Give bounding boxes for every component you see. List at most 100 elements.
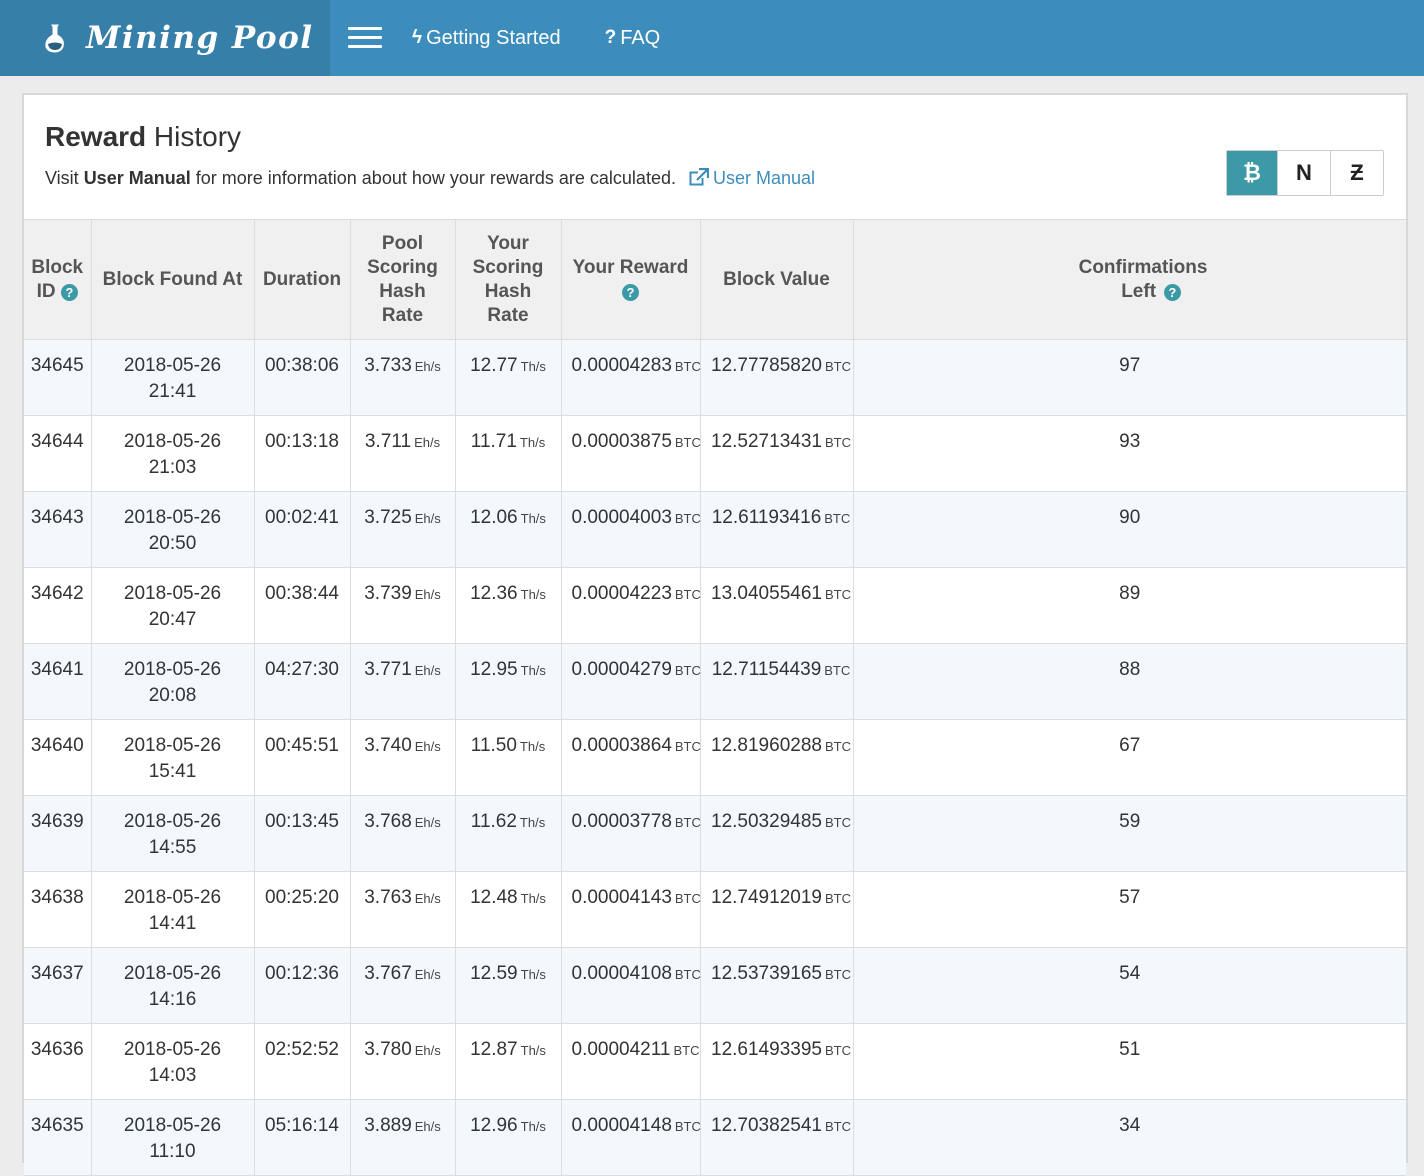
reward-unit: BTC [674, 359, 701, 374]
cell-your-reward: 0.00004279 BTC [561, 643, 701, 720]
col-block-value[interactable]: Block Value [700, 219, 854, 340]
col-pool-hash-rate[interactable]: Pool Scoring Hash Rate [350, 219, 456, 340]
cell-duration: 00:25:20 [254, 871, 351, 948]
table-row[interactable]: 34644 2018-05-26 21:03 00:13:18 3.711 Eh/s… [24, 415, 1406, 492]
reward-unit: BTC [674, 1119, 701, 1134]
your-rate-unit: Th/s [520, 967, 546, 982]
your-rate-unit: Th/s [519, 815, 546, 830]
help-icon[interactable]: ? [60, 283, 78, 301]
menu-toggle-button[interactable] [332, 0, 398, 76]
pool-rate-value: 3.740 [364, 735, 412, 756]
reward-value: 0.00004279 [571, 659, 672, 680]
reward-value: 0.00004283 [571, 355, 672, 376]
table-row[interactable]: 34637 2018-05-26 14:16 00:12:36 3.767 Eh/s… [24, 947, 1406, 1024]
cell-confirmations: 34 [853, 1099, 1406, 1176]
your-rate-value: 12.87 [470, 1039, 518, 1060]
user-manual-link[interactable]: User Manual [689, 168, 815, 188]
table-row[interactable]: 34641 2018-05-26 20:08 04:27:30 3.771 Eh/s… [24, 643, 1406, 720]
help-icon[interactable]: ? [1163, 283, 1181, 301]
cell-confirmations: 97 [853, 339, 1406, 416]
col-confirmations-left[interactable]: Confirmations Left ? [853, 219, 1406, 340]
block-value-unit: BTC [824, 587, 851, 602]
col-your-reward[interactable]: Your Reward? [561, 219, 701, 340]
table-row[interactable]: 34638 2018-05-26 14:41 00:25:20 3.763 Eh/s… [24, 871, 1406, 948]
table-row[interactable]: 34635 2018-05-26 11:10 05:16:14 3.889 Eh/s… [24, 1099, 1406, 1176]
cell-date: 2018-05-26 [123, 735, 222, 756]
cell-date: 2018-05-26 [123, 431, 222, 452]
cell-confirmations: 57 [853, 871, 1406, 948]
cell-your-reward: 0.00004108 BTC [561, 947, 701, 1024]
cell-block-value: 12.81960288 BTC [700, 719, 854, 796]
block-value-unit: BTC [824, 511, 851, 526]
nav-faq[interactable]: ? FAQ [583, 0, 683, 76]
your-rate-unit: Th/s [520, 891, 546, 906]
table-row[interactable]: 34640 2018-05-26 15:41 00:45:51 3.740 Eh/s… [24, 719, 1406, 796]
subtitle-post: for more information about how your rewa… [190, 168, 676, 188]
your-rate-value: 12.77 [470, 355, 518, 376]
subtitle-pre: Visit [45, 168, 84, 188]
bitcoin-button[interactable]: ₿ [1227, 151, 1277, 195]
pool-rate-value: 3.889 [364, 1115, 412, 1136]
cell-duration: 02:52:52 [254, 1023, 351, 1100]
cell-your-hash-rate: 12.96 Th/s [455, 1099, 562, 1176]
reward-unit: BTC [674, 511, 701, 526]
block-value-unit: BTC [824, 815, 851, 830]
col-block-found-at[interactable]: Block Found At [91, 219, 255, 340]
table-row[interactable]: 34639 2018-05-26 14:55 00:13:45 3.768 Eh/s… [24, 795, 1406, 872]
block-value-unit: BTC [824, 663, 851, 678]
help-icon[interactable]: ? [622, 283, 639, 301]
table-row[interactable]: 34645 2018-05-26 21:41 00:38:06 3.733 Eh/s… [24, 339, 1406, 416]
box-header: Reward History Visit User Manual for mor… [24, 95, 1406, 219]
zcash-button[interactable]: Ƶ [1330, 151, 1383, 195]
namecoin-button[interactable]: N [1277, 151, 1330, 195]
col-your-hash-rate[interactable]: Your Scoring Hash Rate [455, 219, 562, 340]
col-duration[interactable]: Duration [254, 219, 351, 340]
cell-found-at: 2018-05-26 15:41 [91, 719, 255, 796]
block-value: 12.81960288 [711, 735, 822, 756]
cell-found-at: 2018-05-26 20:47 [91, 567, 255, 644]
cell-date: 2018-05-26 [123, 507, 222, 528]
cell-confirmations: 89 [853, 567, 1406, 644]
cell-block-value: 12.53739165 BTC [700, 947, 854, 1024]
cell-block-value: 12.61193416 BTC [700, 491, 854, 568]
block-value: 12.77785820 [711, 355, 822, 376]
cell-your-hash-rate: 12.77 Th/s [455, 339, 562, 416]
your-rate-unit: Th/s [520, 663, 546, 678]
cell-time: 15:41 [148, 761, 197, 782]
cell-your-reward: 0.00004143 BTC [561, 871, 701, 948]
cell-block-id: 34636 [24, 1023, 92, 1100]
cell-your-hash-rate: 12.06 Th/s [455, 491, 562, 568]
cell-time: 14:16 [148, 989, 197, 1010]
cell-time: 14:03 [148, 1065, 197, 1086]
cell-date: 2018-05-26 [123, 963, 222, 984]
nav-getting-started[interactable]: ϟ Getting Started [398, 0, 583, 76]
reward-unit: BTC [674, 435, 701, 450]
your-rate-value: 12.96 [470, 1115, 518, 1136]
cell-block-id: 34645 [24, 339, 92, 416]
cell-block-id: 34642 [24, 567, 92, 644]
pool-rate-unit: Eh/s [414, 815, 441, 830]
cell-your-reward: 0.00003864 BTC [561, 719, 701, 796]
pool-rate-unit: Eh/s [414, 891, 441, 906]
zcash-icon: Ƶ [1350, 160, 1364, 185]
cell-your-hash-rate: 12.48 Th/s [455, 871, 562, 948]
brand-name: Mining Pool [86, 20, 314, 56]
cell-date: 2018-05-26 [123, 583, 222, 604]
brand-logo[interactable]: Mining Pool [0, 0, 330, 76]
pool-rate-value: 3.733 [364, 355, 412, 376]
table-row[interactable]: 34643 2018-05-26 20:50 00:02:41 3.725 Eh/s… [24, 491, 1406, 568]
col-block-id[interactable]: Block ID ? [24, 219, 92, 340]
table-row[interactable]: 34636 2018-05-26 14:03 02:52:52 3.780 Eh/s… [24, 1023, 1406, 1100]
col-confirmations-label: Confirmations Left [1078, 256, 1208, 302]
block-value-unit: BTC [824, 359, 851, 374]
cell-time: 21:03 [148, 457, 197, 478]
table-row[interactable]: 34642 2018-05-26 20:47 00:38:44 3.739 Eh/s… [24, 567, 1406, 644]
block-value-unit: BTC [824, 739, 851, 754]
pool-rate-unit: Eh/s [414, 435, 441, 450]
reward-unit: BTC [674, 891, 701, 906]
cell-date: 2018-05-26 [123, 659, 222, 680]
cell-duration: 00:45:51 [254, 719, 351, 796]
cell-your-hash-rate: 12.59 Th/s [455, 947, 562, 1024]
cell-pool-hash-rate: 3.733 Eh/s [350, 339, 456, 416]
reward-value: 0.00004223 [571, 583, 672, 604]
